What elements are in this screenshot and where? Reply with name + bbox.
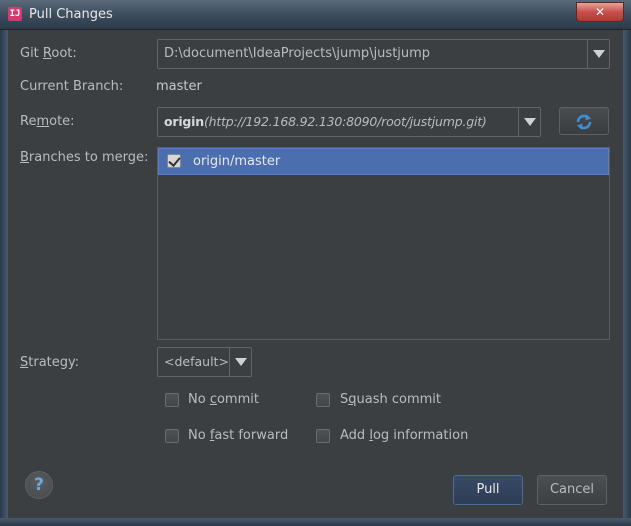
no-fast-forward-label[interactable]: No fast forward xyxy=(188,428,288,443)
window-frame-right xyxy=(623,30,631,526)
git-root-label: Git Root: xyxy=(20,46,77,61)
strategy-label: Strategy: xyxy=(20,355,80,370)
window-title: Pull Changes xyxy=(29,7,113,22)
refresh-branches-button[interactable] xyxy=(559,107,609,135)
current-branch-value: master xyxy=(156,79,202,94)
help-icon: ? xyxy=(34,475,44,495)
help-button[interactable]: ? xyxy=(25,471,53,499)
git-root-dropdown[interactable]: D:\document\IdeaProjects\jump\justjump xyxy=(157,39,610,69)
pull-button[interactable]: Pull xyxy=(453,475,523,505)
no-fast-forward-checkbox[interactable] xyxy=(165,429,179,443)
window-close-button[interactable]: ✕ xyxy=(576,2,624,22)
branch-checkbox[interactable] xyxy=(167,154,181,168)
squash-commit-checkbox[interactable] xyxy=(316,393,330,407)
cancel-button[interactable]: Cancel xyxy=(537,475,607,505)
branches-label: Branches to merge: xyxy=(20,150,149,165)
git-root-value: D:\document\IdeaProjects\jump\justjump xyxy=(164,46,431,61)
remote-label: Remote: xyxy=(20,114,75,129)
window-frame-bottom xyxy=(0,518,631,526)
intellij-app-icon: IJ xyxy=(8,7,22,21)
remote-dropdown-button[interactable] xyxy=(518,108,540,136)
current-branch-label: Current Branch: xyxy=(20,79,124,94)
remote-url: (http://192.168.92.130:8090/root/justjum… xyxy=(203,114,487,129)
branches-list[interactable]: origin/master xyxy=(157,147,610,340)
branch-name: origin/master xyxy=(193,154,281,169)
strategy-dropdown[interactable]: <default> xyxy=(157,347,252,377)
window-frame-left xyxy=(0,30,8,526)
remote-value: origin(http://192.168.92.130:8090/root/j… xyxy=(164,108,487,136)
strategy-dropdown-button[interactable] xyxy=(229,348,251,376)
remote-name: origin xyxy=(164,114,204,129)
add-log-information-checkbox[interactable] xyxy=(316,429,330,443)
squash-commit-label[interactable]: Squash commit xyxy=(340,392,441,407)
no-commit-checkbox[interactable] xyxy=(165,393,179,407)
git-root-dropdown-button[interactable] xyxy=(587,40,609,68)
dialog-content: Git Root: D:\document\IdeaProjects\jump\… xyxy=(8,30,623,518)
refresh-icon xyxy=(576,114,592,130)
no-commit-label[interactable]: No commit xyxy=(188,392,259,407)
close-icon: ✕ xyxy=(594,5,606,19)
add-log-information-label[interactable]: Add log information xyxy=(340,428,468,443)
dropdown-arrow-icon xyxy=(235,358,247,366)
dropdown-arrow-icon xyxy=(524,118,536,126)
strategy-value: <default> xyxy=(164,354,229,369)
list-item[interactable]: origin/master xyxy=(158,148,609,175)
window-titlebar[interactable]: IJ Pull Changes ✕ xyxy=(0,0,631,30)
dropdown-arrow-icon xyxy=(593,50,605,58)
remote-dropdown[interactable]: origin(http://192.168.92.130:8090/root/j… xyxy=(157,107,541,137)
